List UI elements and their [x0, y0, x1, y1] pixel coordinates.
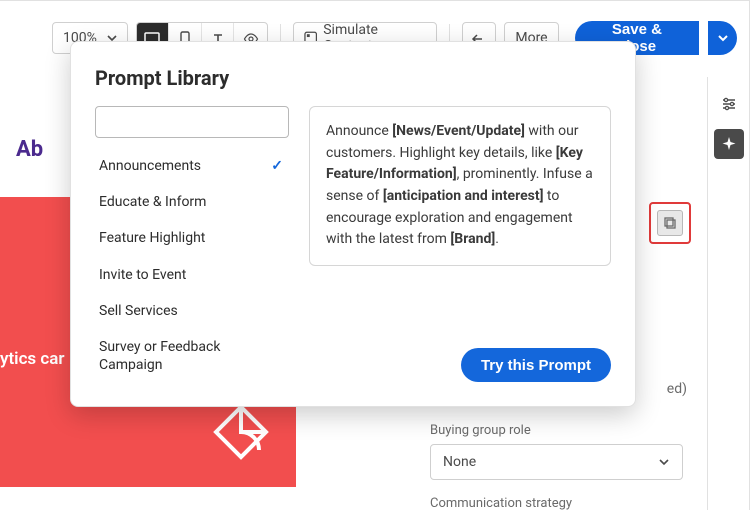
try-prompt-button[interactable]: Try this Prompt: [461, 348, 611, 382]
prompt-item-survey[interactable]: Survey or Feedback Campaign: [95, 329, 289, 382]
prompt-item-feature-highlight[interactable]: Feature Highlight: [95, 220, 289, 256]
prompt-search-input[interactable]: [110, 114, 291, 130]
copy-icon: [663, 216, 677, 230]
chevron-down-icon: [717, 32, 729, 44]
prompt-search-box[interactable]: [95, 106, 289, 138]
comm-strategy-label: Communication strategy: [430, 496, 683, 511]
prompt-item-label: Feature Highlight: [99, 229, 205, 247]
prompt-preview: Announce [News/Event/Update] with our cu…: [309, 106, 611, 266]
prompt-list: Announcements ✓ Educate & Inform Feature…: [95, 148, 289, 382]
buying-group-value: None: [443, 454, 476, 470]
right-rail: [707, 77, 749, 510]
try-prompt-label: Try this Prompt: [481, 357, 591, 374]
sparkle-icon: [721, 136, 737, 152]
ai-rail-button[interactable]: [714, 129, 744, 159]
prompt-item-label: Survey or Feedback Campaign: [99, 338, 283, 374]
buying-group-select[interactable]: None: [430, 444, 683, 480]
modal-title: Prompt Library: [95, 66, 611, 90]
chevron-down-icon: [658, 456, 670, 468]
prompt-item-label: Sell Services: [99, 302, 178, 320]
prompt-item-educate[interactable]: Educate & Inform: [95, 184, 289, 220]
component-placeholder[interactable]: [649, 202, 691, 244]
prompt-item-label: Announcements: [99, 157, 201, 175]
settings-rail-button[interactable]: [714, 89, 744, 119]
save-close-dropdown[interactable]: [708, 21, 737, 55]
truncated-label: ed): [667, 381, 687, 397]
prompt-item-label: Educate & Inform: [99, 193, 206, 211]
hero-text-fragment: ytics car: [0, 349, 65, 369]
page-heading-fragment: Ab: [16, 137, 43, 162]
prompt-item-announcements[interactable]: Announcements ✓: [95, 148, 289, 184]
check-icon: ✓: [271, 157, 283, 175]
prompt-library-modal: Prompt Library Announcements ✓ Educate &…: [70, 41, 636, 407]
prompt-item-sell-services[interactable]: Sell Services: [95, 293, 289, 329]
prompt-item-invite-event[interactable]: Invite to Event: [95, 257, 289, 293]
buying-group-label: Buying group role: [430, 423, 683, 438]
decorative-logo-icon: [206, 397, 276, 467]
prompt-item-label: Invite to Event: [99, 266, 186, 284]
sliders-icon: [720, 95, 738, 113]
